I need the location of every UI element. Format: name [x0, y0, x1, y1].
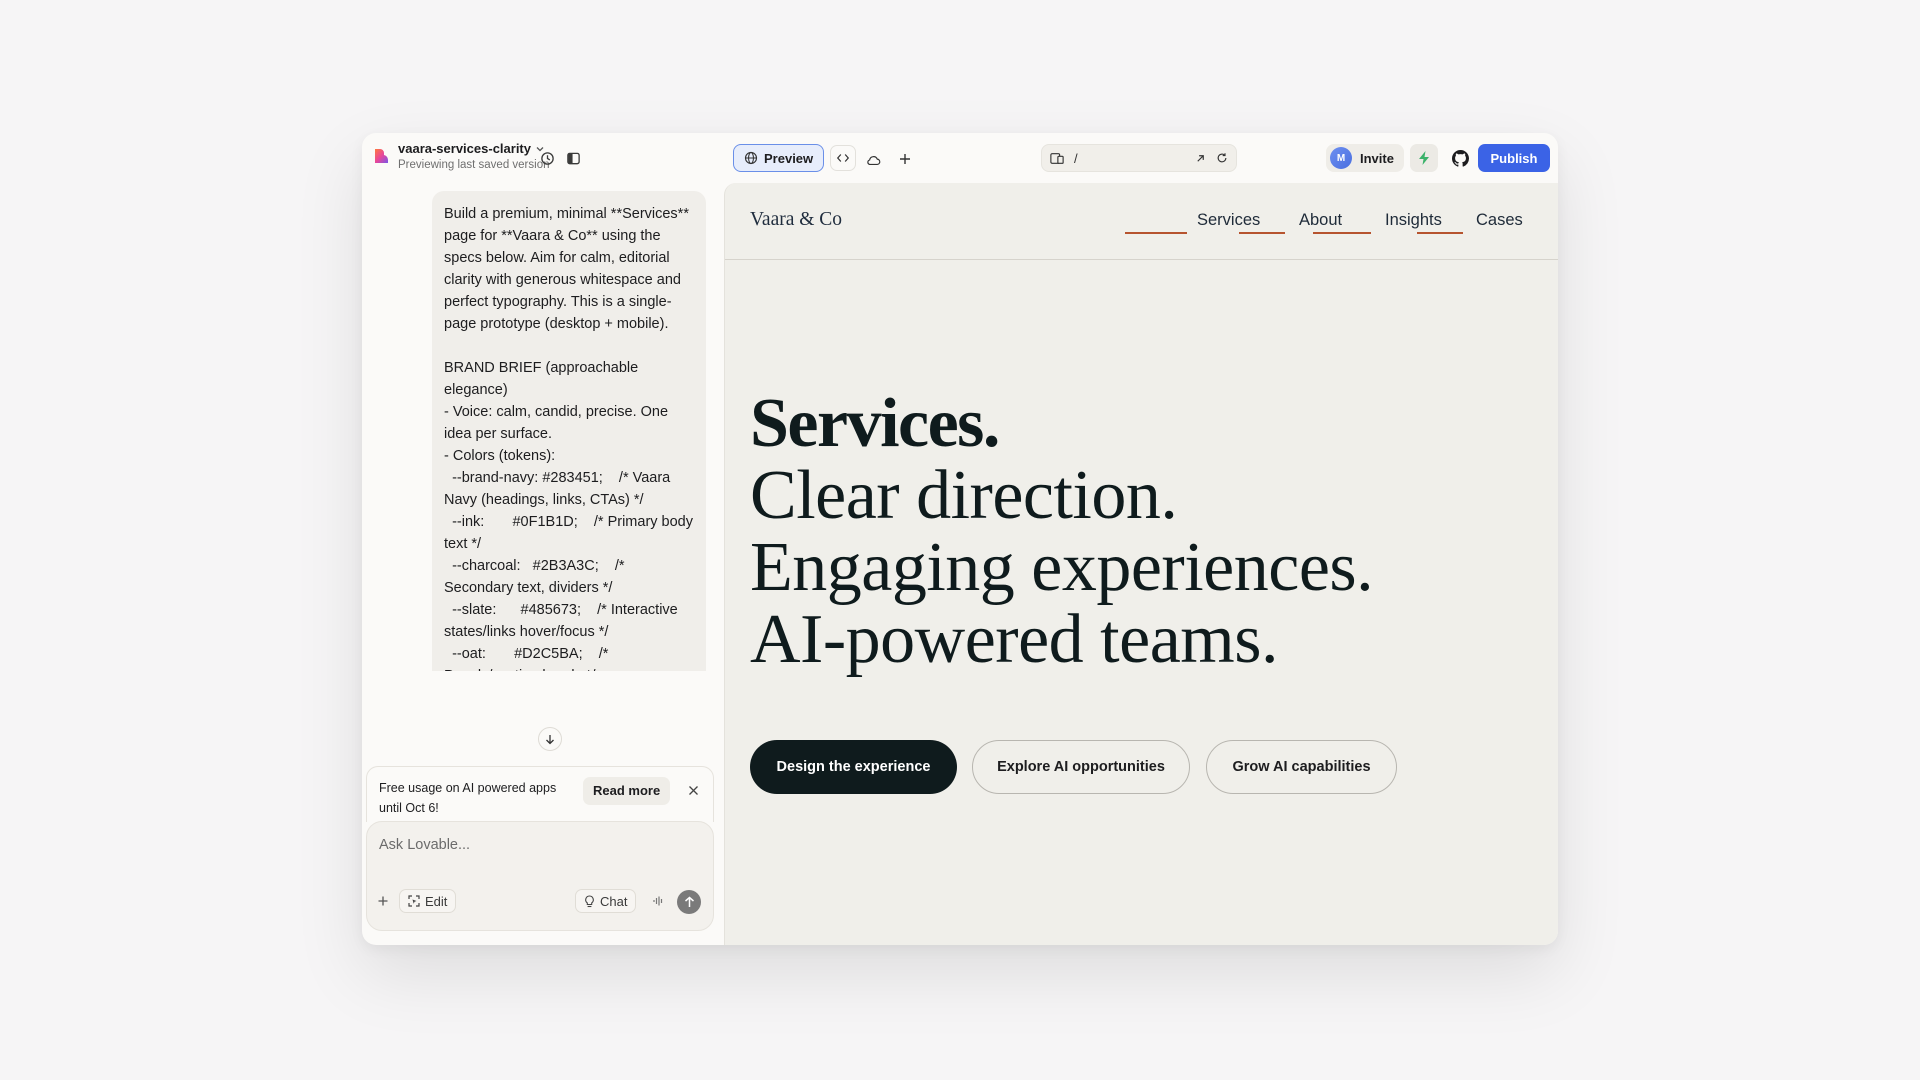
- design-experience-button[interactable]: Design the experience: [750, 740, 957, 794]
- project-status: Previewing last saved version: [398, 159, 550, 171]
- nav-underline: [1125, 232, 1187, 234]
- sidebar-toggle-icon[interactable]: [562, 147, 584, 169]
- edit-button[interactable]: Edit: [399, 889, 457, 913]
- edit-select-icon: [408, 895, 420, 907]
- publish-button[interactable]: Publish: [1478, 144, 1550, 172]
- lightbulb-icon: [585, 894, 594, 907]
- device-icon[interactable]: [1050, 152, 1064, 165]
- url-bar[interactable]: /: [1041, 144, 1237, 172]
- nav-link-insights[interactable]: Insights: [1385, 211, 1442, 230]
- hero: Services. Clear direction. Engaging expe…: [750, 385, 1374, 678]
- hero-line: Clear direction.: [750, 457, 1178, 534]
- plus-icon: [378, 896, 388, 906]
- chat-message-text: Build a premium, minimal **Services** pa…: [444, 206, 693, 671]
- nav-underline: [1417, 232, 1463, 234]
- nav-underline: [1313, 232, 1371, 234]
- nav-underline: [1239, 232, 1285, 234]
- voice-icon: [653, 896, 663, 906]
- github-button[interactable]: [1446, 144, 1474, 172]
- nav-link-services[interactable]: Services: [1197, 211, 1260, 230]
- voice-button[interactable]: [652, 889, 664, 913]
- chat-composer: Edit Chat: [366, 821, 714, 931]
- lovable-logo-icon[interactable]: [372, 147, 390, 165]
- explore-ai-button[interactable]: Explore AI opportunities: [972, 740, 1190, 794]
- chat-message: Build a premium, minimal **Services** pa…: [432, 191, 706, 671]
- nav-link-about[interactable]: About: [1299, 211, 1342, 230]
- open-external-icon[interactable]: [1195, 153, 1206, 164]
- avatar: M: [1330, 147, 1352, 169]
- globe-icon: [744, 151, 758, 165]
- project-selector[interactable]: vaara-services-clarity Previewing last s…: [398, 141, 550, 171]
- edit-label: Edit: [425, 893, 448, 909]
- grow-ai-button[interactable]: Grow AI capabilities: [1206, 740, 1397, 794]
- github-icon: [1451, 149, 1469, 167]
- code-button[interactable]: [830, 145, 856, 171]
- cloud-icon[interactable]: [862, 149, 884, 171]
- hero-title: Services.: [750, 385, 1000, 462]
- chat-mode-button[interactable]: Chat: [575, 889, 637, 913]
- bolt-button[interactable]: [1410, 144, 1438, 172]
- chat-input[interactable]: [379, 837, 679, 853]
- close-icon[interactable]: [688, 785, 699, 796]
- url-path: /: [1074, 150, 1078, 166]
- send-button[interactable]: [677, 890, 701, 914]
- promo-text: Free usage on AI powered apps until Oct …: [379, 781, 557, 815]
- app-window: vaara-services-clarity Previewing last s…: [362, 133, 1558, 945]
- promo-banner: Free usage on AI powered apps until Oct …: [366, 766, 714, 822]
- read-more-button[interactable]: Read more: [583, 777, 671, 805]
- site-brand[interactable]: Vaara & Co: [750, 209, 842, 231]
- preview-label: Preview: [764, 150, 814, 166]
- invite-label: Invite: [1360, 150, 1394, 166]
- invite-button[interactable]: M Invite: [1326, 144, 1404, 172]
- plus-icon[interactable]: [894, 148, 916, 170]
- site-navbar: Vaara & Co Services About Insights Cases: [725, 183, 1558, 260]
- site-preview: Vaara & Co Services About Insights Cases…: [724, 183, 1558, 945]
- hero-line: AI-powered teams.: [750, 601, 1278, 678]
- send-arrow-icon: [684, 896, 694, 907]
- add-button[interactable]: [377, 889, 389, 913]
- code-icon: [836, 154, 850, 162]
- scroll-down-button[interactable]: [538, 727, 562, 751]
- arrow-down-icon: [546, 734, 554, 744]
- chat-mode-label: Chat: [600, 893, 628, 909]
- hero-line: Engaging experiences.: [750, 529, 1374, 606]
- history-icon[interactable]: [536, 147, 558, 169]
- refresh-icon[interactable]: [1216, 152, 1228, 164]
- top-bar: vaara-services-clarity Previewing last s…: [362, 133, 1558, 183]
- preview-button[interactable]: Preview: [733, 144, 825, 172]
- project-name: vaara-services-clarity: [398, 141, 531, 156]
- bolt-icon: [1419, 151, 1429, 165]
- nav-link-cases[interactable]: Cases: [1476, 211, 1523, 230]
